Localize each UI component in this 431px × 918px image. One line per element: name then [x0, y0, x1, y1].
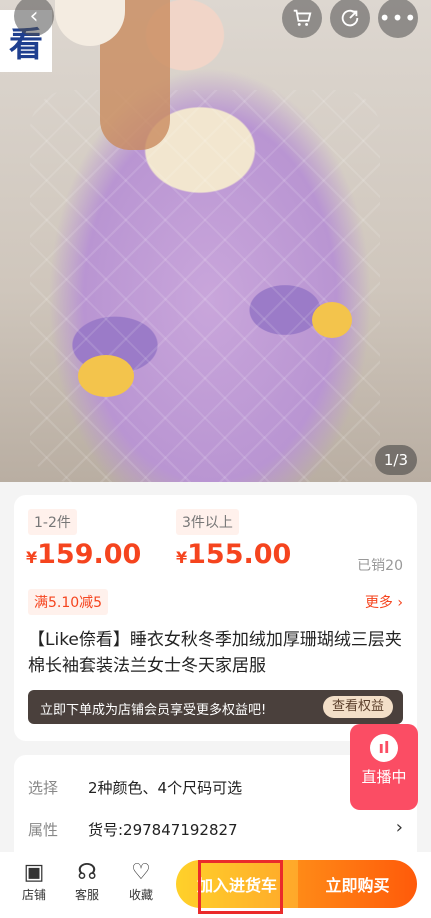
buy-now-button[interactable]: 立即购买: [298, 860, 417, 908]
heart-icon: ♡: [131, 860, 151, 885]
product-title: 【Like倷看】睡衣女秋冬季加绒加厚珊瑚绒三层夹棉长袖套装法兰女士冬天家居服: [28, 630, 402, 676]
cart-button[interactable]: [282, 0, 322, 38]
member-banner[interactable]: 立即下单成为店铺会员享受更多权益吧! 查看权益: [28, 690, 403, 724]
spec-label-select: 选择: [28, 779, 59, 797]
view-benefits-button[interactable]: 查看权益: [322, 696, 393, 718]
favorite-button[interactable]: ♡ 收藏: [121, 860, 161, 903]
sold-count: 已销20: [357, 558, 403, 574]
highlight-box: [198, 860, 283, 914]
more-icon: •••: [378, 6, 418, 30]
member-banner-text: 立即下单成为店铺会员享受更多权益吧!: [40, 703, 267, 718]
live-label: 直播中: [361, 768, 407, 786]
cart-icon: [293, 9, 312, 26]
pajama-bow-decoration: [312, 302, 352, 338]
spec-value-select[interactable]: 2种颜色、4个尺码可选: [88, 777, 242, 798]
share-icon: [341, 9, 359, 27]
tier-range-1: 1-2件: [28, 509, 77, 535]
spec-label-attribute: 属性: [28, 821, 59, 839]
tier-price-1: ¥159.00: [26, 539, 142, 570]
spec-value-attribute[interactable]: 货号:297847192827: [88, 819, 238, 840]
chevron-right-icon[interactable]: ›: [396, 817, 403, 838]
headset-icon: ☊: [77, 860, 97, 885]
pajama-pattern: [30, 90, 380, 482]
share-button[interactable]: [330, 0, 370, 38]
more-promos-link[interactable]: 更多 ›: [365, 592, 403, 612]
price-card: 1-2件 ¥159.00 3件以上 ¥155.00 已销20 满5.10减5 更…: [14, 495, 417, 741]
store-button[interactable]: ▣ 店铺: [14, 860, 54, 903]
service-button[interactable]: ☊ 客服: [67, 860, 107, 903]
live-icon: ıl: [370, 734, 398, 762]
more-button[interactable]: •••: [378, 0, 418, 38]
store-icon: ▣: [23, 860, 45, 885]
tier-price-2: ¥155.00: [176, 539, 292, 570]
promo-tag[interactable]: 满5.10减5: [28, 589, 109, 615]
image-counter: 1/3: [374, 445, 417, 475]
chevron-left-icon: ‹: [29, 3, 39, 29]
product-image-carousel[interactable]: 看 ‹ ••• 1/3: [0, 0, 431, 482]
pajama-bow-decoration: [78, 355, 134, 397]
live-stream-button[interactable]: ıl 直播中: [350, 724, 418, 810]
tier-range-2: 3件以上: [176, 509, 239, 535]
chevron-right-icon: ›: [392, 595, 403, 611]
